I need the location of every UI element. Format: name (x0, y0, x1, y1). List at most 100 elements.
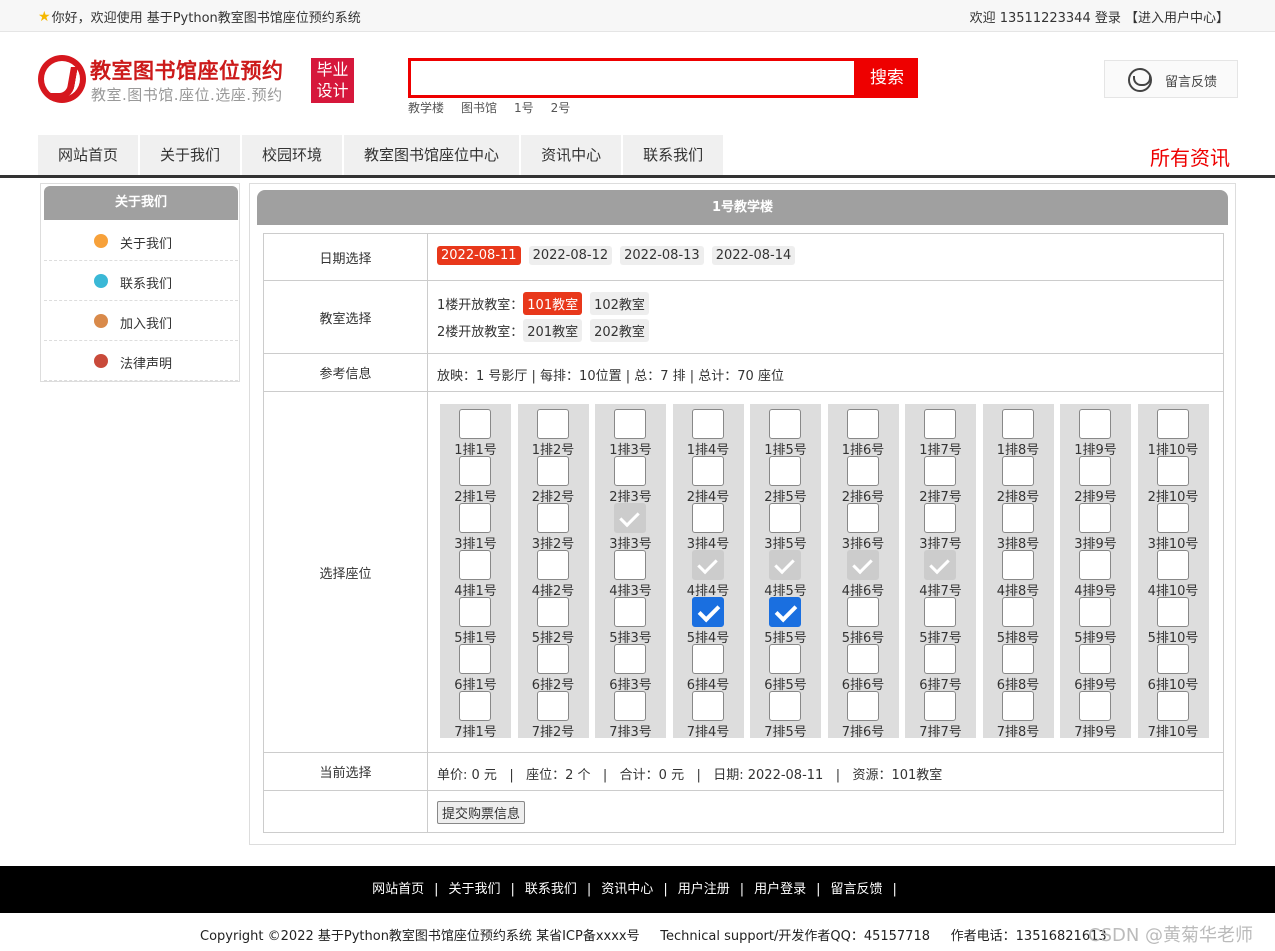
user-link[interactable]: 欢迎 13511223344 登录 【进入用户中心】 (970, 7, 1229, 26)
seat-checkbox-r5-c4[interactable] (691, 597, 724, 627)
footer-link-3[interactable]: 资讯中心 (601, 882, 653, 897)
seat-checkbox-r6-c9[interactable] (1079, 644, 1111, 674)
nav-item-5[interactable]: 联系我们 (623, 135, 726, 175)
seat-checkbox-r5-c7[interactable] (924, 597, 956, 627)
seat-checkbox-r5-c10[interactable] (1156, 597, 1189, 627)
footer-link-1[interactable]: 关于我们 (448, 882, 500, 897)
seat-checkbox-r2-c8[interactable] (1001, 456, 1034, 486)
seat-checkbox-r2-c6[interactable] (846, 456, 879, 486)
seat-checkbox-r2-c4[interactable] (691, 456, 724, 486)
room-option[interactable]: 102教室 (590, 292, 649, 315)
seat-checkbox-r4-c9[interactable] (1079, 550, 1111, 580)
sidebar-item-2[interactable]: 加入我们 (44, 301, 238, 341)
room-option[interactable]: 202教室 (590, 319, 649, 342)
footer-link-2[interactable]: 联系我们 (525, 882, 577, 897)
footer-link-6[interactable]: 留言反馈 (831, 882, 883, 897)
sidebar-item-0[interactable]: 关于我们 (44, 221, 238, 261)
seat-checkbox-r2-c10[interactable] (1156, 456, 1189, 486)
seat-checkbox-r4-c1[interactable] (459, 550, 491, 580)
seat-checkbox-r5-c1[interactable] (459, 597, 491, 627)
nav-item-2[interactable]: 校园环境 (242, 135, 345, 175)
seat-checkbox-r7-c1[interactable] (459, 691, 491, 721)
date-option-1[interactable]: 2022-08-12 (528, 246, 613, 265)
seat-checkbox-r4-c3[interactable] (614, 550, 646, 580)
seat-checkbox-r6-c8[interactable] (1001, 644, 1034, 674)
seat-checkbox-r2-c7[interactable] (924, 456, 956, 486)
search-box[interactable] (408, 58, 857, 98)
room-option[interactable]: 101教室 (523, 292, 583, 315)
seat-checkbox-r5-c3[interactable] (614, 597, 646, 627)
nav-item-0[interactable]: 网站首页 (38, 135, 141, 175)
seat-checkbox-r1-c9[interactable] (1079, 409, 1111, 439)
seat-checkbox-r1-c7[interactable] (924, 409, 956, 439)
seat-checkbox-r6-c3[interactable] (614, 644, 646, 674)
seat-checkbox-r3-c1[interactable] (459, 503, 491, 533)
seat-checkbox-r6-c1[interactable] (459, 644, 491, 674)
hotword-3[interactable]: 2号 (551, 99, 571, 116)
seat-checkbox-r3-c9[interactable] (1079, 503, 1111, 533)
search-input[interactable] (411, 61, 854, 95)
seat-checkbox-r7-c5[interactable] (769, 691, 801, 721)
search-button[interactable]: 搜索 (856, 58, 918, 98)
seat-checkbox-r7-c9[interactable] (1079, 691, 1111, 721)
date-option-2[interactable]: 2022-08-13 (620, 246, 704, 265)
seat-checkbox-r6-c2[interactable] (536, 644, 569, 674)
seat-checkbox-r3-c2[interactable] (536, 503, 569, 533)
seat-checkbox-r2-c5[interactable] (769, 456, 801, 486)
nav-item-3[interactable]: 教室图书馆座位中心 (344, 135, 522, 175)
feedback-button[interactable]: 留言反馈 (1104, 60, 1238, 98)
seat-checkbox-r7-c2[interactable] (536, 691, 569, 721)
seat-checkbox-r1-c10[interactable] (1156, 409, 1189, 439)
seat-checkbox-r2-c1[interactable] (459, 456, 491, 486)
seat-checkbox-r1-c6[interactable] (846, 409, 879, 439)
seat-checkbox-r3-c5[interactable] (769, 503, 801, 533)
seat-checkbox-r2-c3[interactable] (614, 456, 646, 486)
seat-checkbox-r3-c6[interactable] (846, 503, 879, 533)
seat-checkbox-r4-c8[interactable] (1001, 550, 1034, 580)
seat-checkbox-r1-c1[interactable] (459, 409, 491, 439)
footer-link-4[interactable]: 用户注册 (678, 882, 730, 897)
seat-checkbox-r7-c4[interactable] (691, 691, 724, 721)
sidebar-item-1[interactable]: 联系我们 (44, 261, 238, 301)
seat-checkbox-r6-c5[interactable] (769, 644, 801, 674)
seat-checkbox-r7-c8[interactable] (1001, 691, 1034, 721)
seat-checkbox-r2-c2[interactable] (536, 456, 569, 486)
seat-checkbox-r2-c9[interactable] (1079, 456, 1111, 486)
seat-checkbox-r3-c4[interactable] (691, 503, 724, 533)
nav-item-4[interactable]: 资讯中心 (521, 135, 624, 175)
seat-checkbox-r1-c8[interactable] (1001, 409, 1034, 439)
seat-checkbox-r5-c6[interactable] (846, 597, 879, 627)
seat-checkbox-r7-c7[interactable] (924, 691, 956, 721)
hotword-0[interactable]: 教学楼 (408, 99, 444, 116)
seat-checkbox-r1-c5[interactable] (769, 409, 801, 439)
seat-checkbox-r3-c10[interactable] (1156, 503, 1189, 533)
room-option[interactable]: 201教室 (523, 319, 583, 342)
seat-checkbox-r6-c6[interactable] (846, 644, 879, 674)
date-option-0[interactable]: 2022-08-11 (437, 246, 521, 265)
seat-checkbox-r1-c3[interactable] (614, 409, 646, 439)
seat-checkbox-r1-c4[interactable] (691, 409, 724, 439)
seat-checkbox-r7-c10[interactable] (1156, 691, 1189, 721)
seat-checkbox-r3-c8[interactable] (1001, 503, 1034, 533)
nav-item-1[interactable]: 关于我们 (140, 135, 243, 175)
seat-checkbox-r4-c10[interactable] (1156, 550, 1189, 580)
all-news-link[interactable]: 所有资讯 (1150, 142, 1230, 171)
seat-checkbox-r1-c2[interactable] (536, 409, 569, 439)
seat-checkbox-r5-c2[interactable] (536, 597, 569, 627)
seat-checkbox-r5-c8[interactable] (1001, 597, 1034, 627)
seat-checkbox-r7-c3[interactable] (614, 691, 646, 721)
seat-checkbox-r5-c5[interactable] (769, 597, 801, 627)
seat-checkbox-r7-c6[interactable] (846, 691, 879, 721)
seat-checkbox-r3-c7[interactable] (924, 503, 956, 533)
submit-button[interactable]: 提交购票信息 (437, 801, 526, 824)
seat-checkbox-r5-c9[interactable] (1079, 597, 1111, 627)
footer-link-0[interactable]: 网站首页 (372, 882, 424, 897)
hotword-2[interactable]: 1号 (514, 99, 534, 116)
seat-checkbox-r6-c7[interactable] (924, 644, 956, 674)
date-option-3[interactable]: 2022-08-14 (711, 246, 796, 265)
footer-link-5[interactable]: 用户登录 (754, 882, 806, 897)
seat-checkbox-r6-c4[interactable] (691, 644, 724, 674)
seat-checkbox-r4-c2[interactable] (536, 550, 569, 580)
sidebar-item-3[interactable]: 法律声明 (44, 341, 238, 381)
hotword-1[interactable]: 图书馆 (461, 99, 497, 116)
